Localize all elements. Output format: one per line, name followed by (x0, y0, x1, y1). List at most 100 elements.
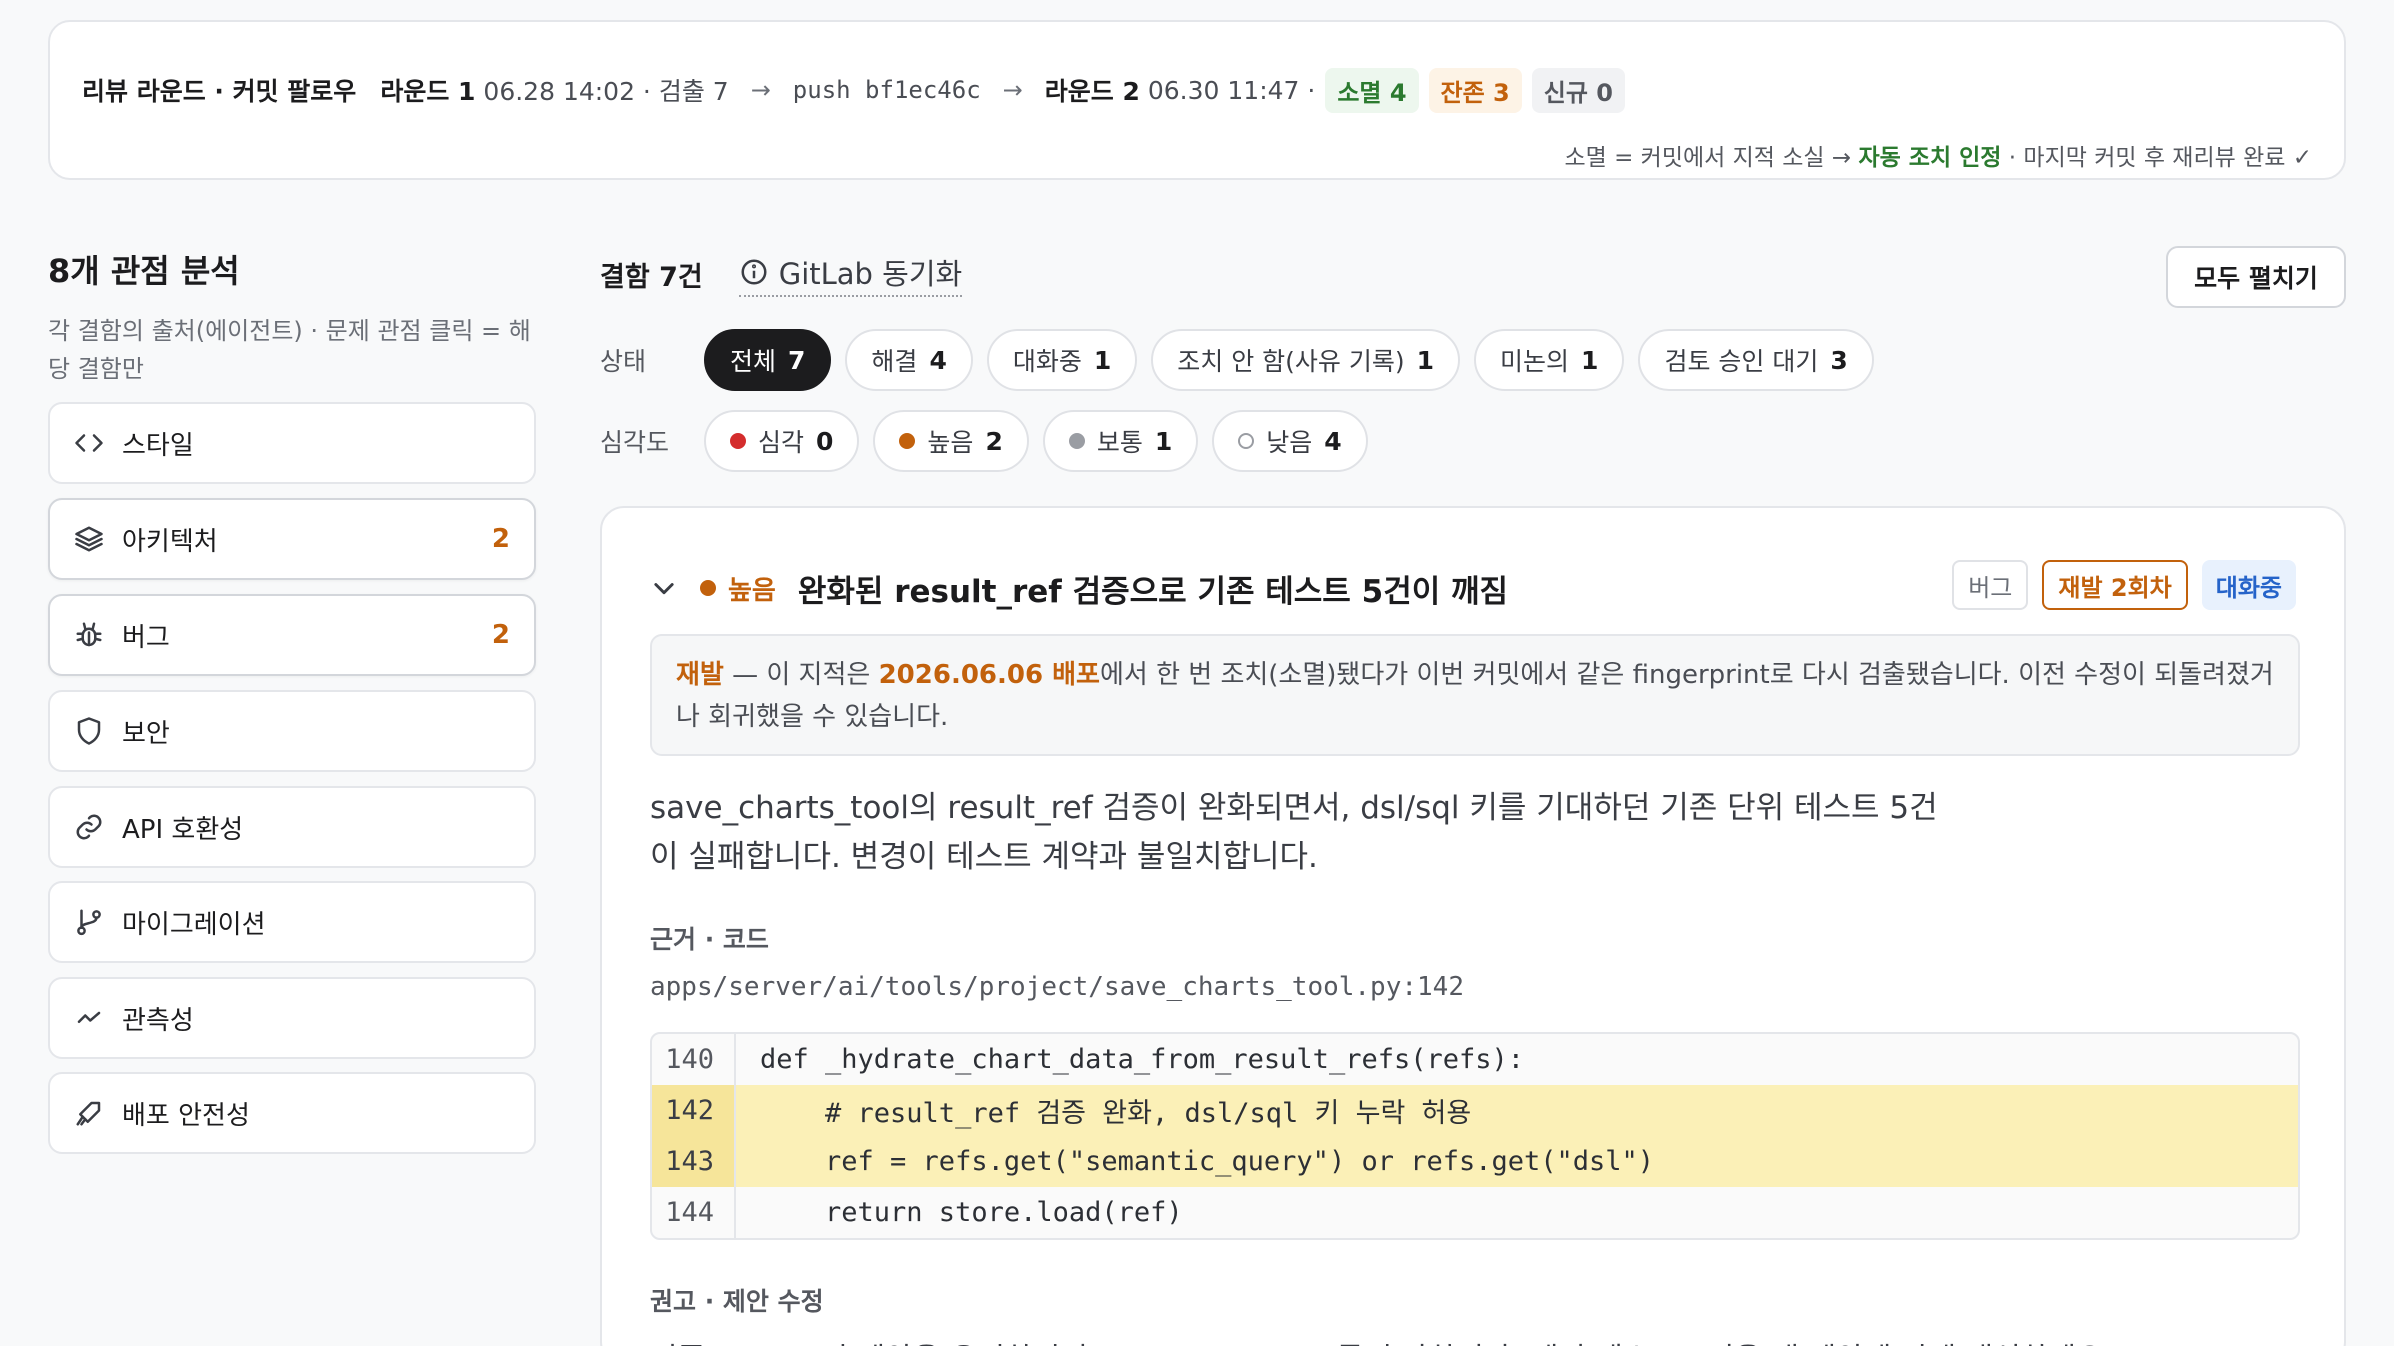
banner-note-suffix: · 마지막 커밋 후 재리뷰 완료 ✓ (2008, 145, 2312, 171)
perspective-item-api-compat[interactable]: API 호환성 (48, 786, 536, 868)
status-filter-row: 상태 전체 7 해결 4 대화중 1 조치 안 함(사유 기록) 1 미논의 1 검토 승… (600, 329, 1888, 391)
finding-header[interactable]: 높음 완화된 result_ref 검증으로 기존 테스트 5건이 깨짐 (650, 560, 1508, 616)
status-filter-label: 상태 (600, 347, 647, 376)
perspective-item-observability[interactable]: 관측성 (48, 977, 536, 1059)
perspective-item-style[interactable]: 스타일 (48, 402, 536, 484)
pill-count: 4 (1324, 426, 1342, 456)
pill-count: 0 (816, 426, 834, 456)
rocket-icon (74, 1098, 104, 1128)
severity-dot-icon (1068, 433, 1085, 449)
pill-label: 심각 (758, 428, 805, 457)
perspective-count: 2 (491, 620, 510, 650)
perspective-label: 버그 (122, 622, 170, 653)
pill-count: 7 (788, 345, 806, 375)
severity-filter-low[interactable]: 낮음 4 (1212, 410, 1368, 472)
pill-label: 보통 (1096, 428, 1143, 457)
severity-filter-medium[interactable]: 보통 1 (1042, 410, 1199, 472)
perspective-item-deploy-safety[interactable]: 배포 안전성 (48, 1072, 536, 1154)
perspective-label: 스타일 (122, 430, 194, 461)
round-summary-banner: 리뷰 라운드 · 커밋 팔로우 라운드 1 06.28 14:02 · 검출 7… (48, 20, 2346, 180)
finding-type-tag: 버그 (1952, 560, 2029, 610)
perspective-label: 관측성 (122, 1005, 194, 1036)
new-count-badge: 신규 0 (1531, 67, 1625, 113)
line-number: 144 (652, 1187, 736, 1238)
arrow-right-icon: → (1002, 76, 1023, 104)
pill-label: 대화중 (1012, 347, 1082, 376)
code-text: # result_ref 검증 완화, dsl/sql 키 누락 허용 (760, 1098, 1472, 1129)
info-icon (741, 259, 767, 285)
pill-label: 검토 승인 대기 (1664, 347, 1819, 376)
remaining-count-badge: 잔존 3 (1428, 67, 1522, 113)
round2-label: 라운드 2 (1044, 77, 1140, 106)
banner-note-auto: 자동 조치 인정 (1858, 145, 2002, 171)
layers-icon (74, 524, 104, 554)
pill-count: 1 (1416, 345, 1435, 375)
code-snippet: 140 def _hydrate_chart_data_from_result_r… (650, 1032, 2300, 1240)
perspective-item-architecture[interactable]: 아키텍처 2 (48, 498, 536, 580)
code-text: def _hydrate_chart_data_from_result_refs… (760, 1044, 1525, 1075)
perspective-label: 배포 안전성 (122, 1100, 250, 1131)
sidebar-description: 각 결함의 출처(에이전트) · 문제 관점 클릭 = 해당 결함만 (48, 317, 531, 383)
pill-label: 전체 (730, 347, 777, 376)
pill-count: 3 (1830, 345, 1848, 375)
finding-status-tag[interactable]: 대화중 (2201, 560, 2296, 610)
severity-filter-high[interactable]: 높음 2 (873, 410, 1029, 472)
status-filter-pending-approval[interactable]: 검토 승인 대기 3 (1638, 329, 1874, 391)
evidence-label: 근거 · 코드 (650, 925, 769, 954)
perspective-item-migration[interactable]: 마이그레이션 (48, 881, 536, 963)
bug-icon (74, 620, 104, 650)
code-text: return store.load(ref) (760, 1197, 1183, 1228)
pill-label: 낮음 (1266, 428, 1313, 457)
status-filter-wont-fix[interactable]: 조치 안 함(사유 기록) 1 (1151, 329, 1461, 391)
finding-severity-label: 높음 (728, 575, 776, 606)
pill-label: 미논의 (1500, 347, 1570, 376)
resolved-count-badge: 소멸 4 (1325, 67, 1419, 113)
gitlab-sync-label: GitLab 동기화 (778, 257, 963, 291)
round1-meta: 06.28 14:02 · 검출 7 (483, 77, 729, 106)
pill-count: 2 (985, 426, 1003, 456)
finding-severity: 높음 (700, 570, 776, 607)
line-number: 140 (652, 1034, 736, 1085)
status-filter-all[interactable]: 전체 7 (704, 329, 832, 391)
perspective-item-security[interactable]: 보안 (48, 690, 536, 772)
status-filter-resolved[interactable]: 해결 4 (845, 329, 973, 391)
sidebar-title: 8개 관점 분석 (48, 252, 240, 290)
recommendation-label: 권고 · 제안 수정 (650, 1287, 824, 1316)
code-line: 144 return store.load(ref) (652, 1187, 2298, 1238)
pill-label: 해결 (871, 347, 918, 376)
pill-count: 1 (1581, 345, 1599, 375)
pill-count: 1 (1154, 426, 1173, 456)
git-branch-icon (74, 907, 104, 937)
status-filter-discussing[interactable]: 대화중 1 (986, 329, 1138, 391)
severity-filter-critical[interactable]: 심각 0 (704, 410, 860, 472)
severity-dot-icon (1238, 433, 1255, 449)
perspective-label: 아키텍처 (122, 526, 218, 557)
expand-all-button[interactable]: 모두 펼치기 (2166, 246, 2346, 308)
recommendation-text: 기존 dsl/sql 키 계약을 유지하면서 semantic_query를 추… (650, 1334, 2113, 1346)
finding-tags: 버그 재발 2회차 대화중 (1938, 560, 2296, 610)
perspective-sidebar: 8개 관점 분석 각 결함의 출처(에이전트) · 문제 관점 클릭 = 해당 … (48, 246, 536, 388)
arrow-right-icon: → (750, 76, 771, 104)
push-commit: push bf1ec46c (792, 76, 981, 104)
banner-title: 리뷰 라운드 · 커밋 팔로우 (82, 77, 357, 106)
finding-description: save_charts_tool의 result_ref 검증이 완화되면서, … (650, 790, 1938, 875)
perspective-label: 보안 (122, 718, 170, 749)
line-number: 142 (652, 1085, 736, 1136)
severity-dot-icon (700, 580, 716, 596)
file-path[interactable]: apps/server/ai/tools/project/save_charts… (650, 972, 1464, 1002)
results-header: 결함 7건 GitLab 동기화 (600, 251, 963, 297)
status-filter-undiscussed[interactable]: 미논의 1 (1474, 329, 1625, 391)
pill-label: 조치 안 함(사유 기록) (1177, 347, 1405, 376)
severity-dot-icon (899, 433, 916, 449)
round1-label: 라운드 1 (380, 77, 476, 106)
recurrence-label: 재발 (676, 660, 724, 690)
severity-filter-row: 심각도 심각 0 높음 2 보통 1 낮음 4 (600, 410, 1382, 472)
pill-count: 1 (1093, 345, 1112, 375)
banner-note-prefix: 소멸 = 커밋에서 지적 소실 → (1564, 145, 1852, 171)
severity-filter-label: 심각도 (600, 428, 670, 457)
recurrence-date: 2026.06.06 배포 (878, 660, 1100, 690)
perspective-item-bug[interactable]: 버그 2 (48, 594, 536, 676)
perspective-label: 마이그레이션 (122, 909, 266, 940)
chevron-down-icon[interactable] (650, 574, 678, 602)
gitlab-sync-link[interactable]: GitLab 동기화 (738, 251, 963, 297)
